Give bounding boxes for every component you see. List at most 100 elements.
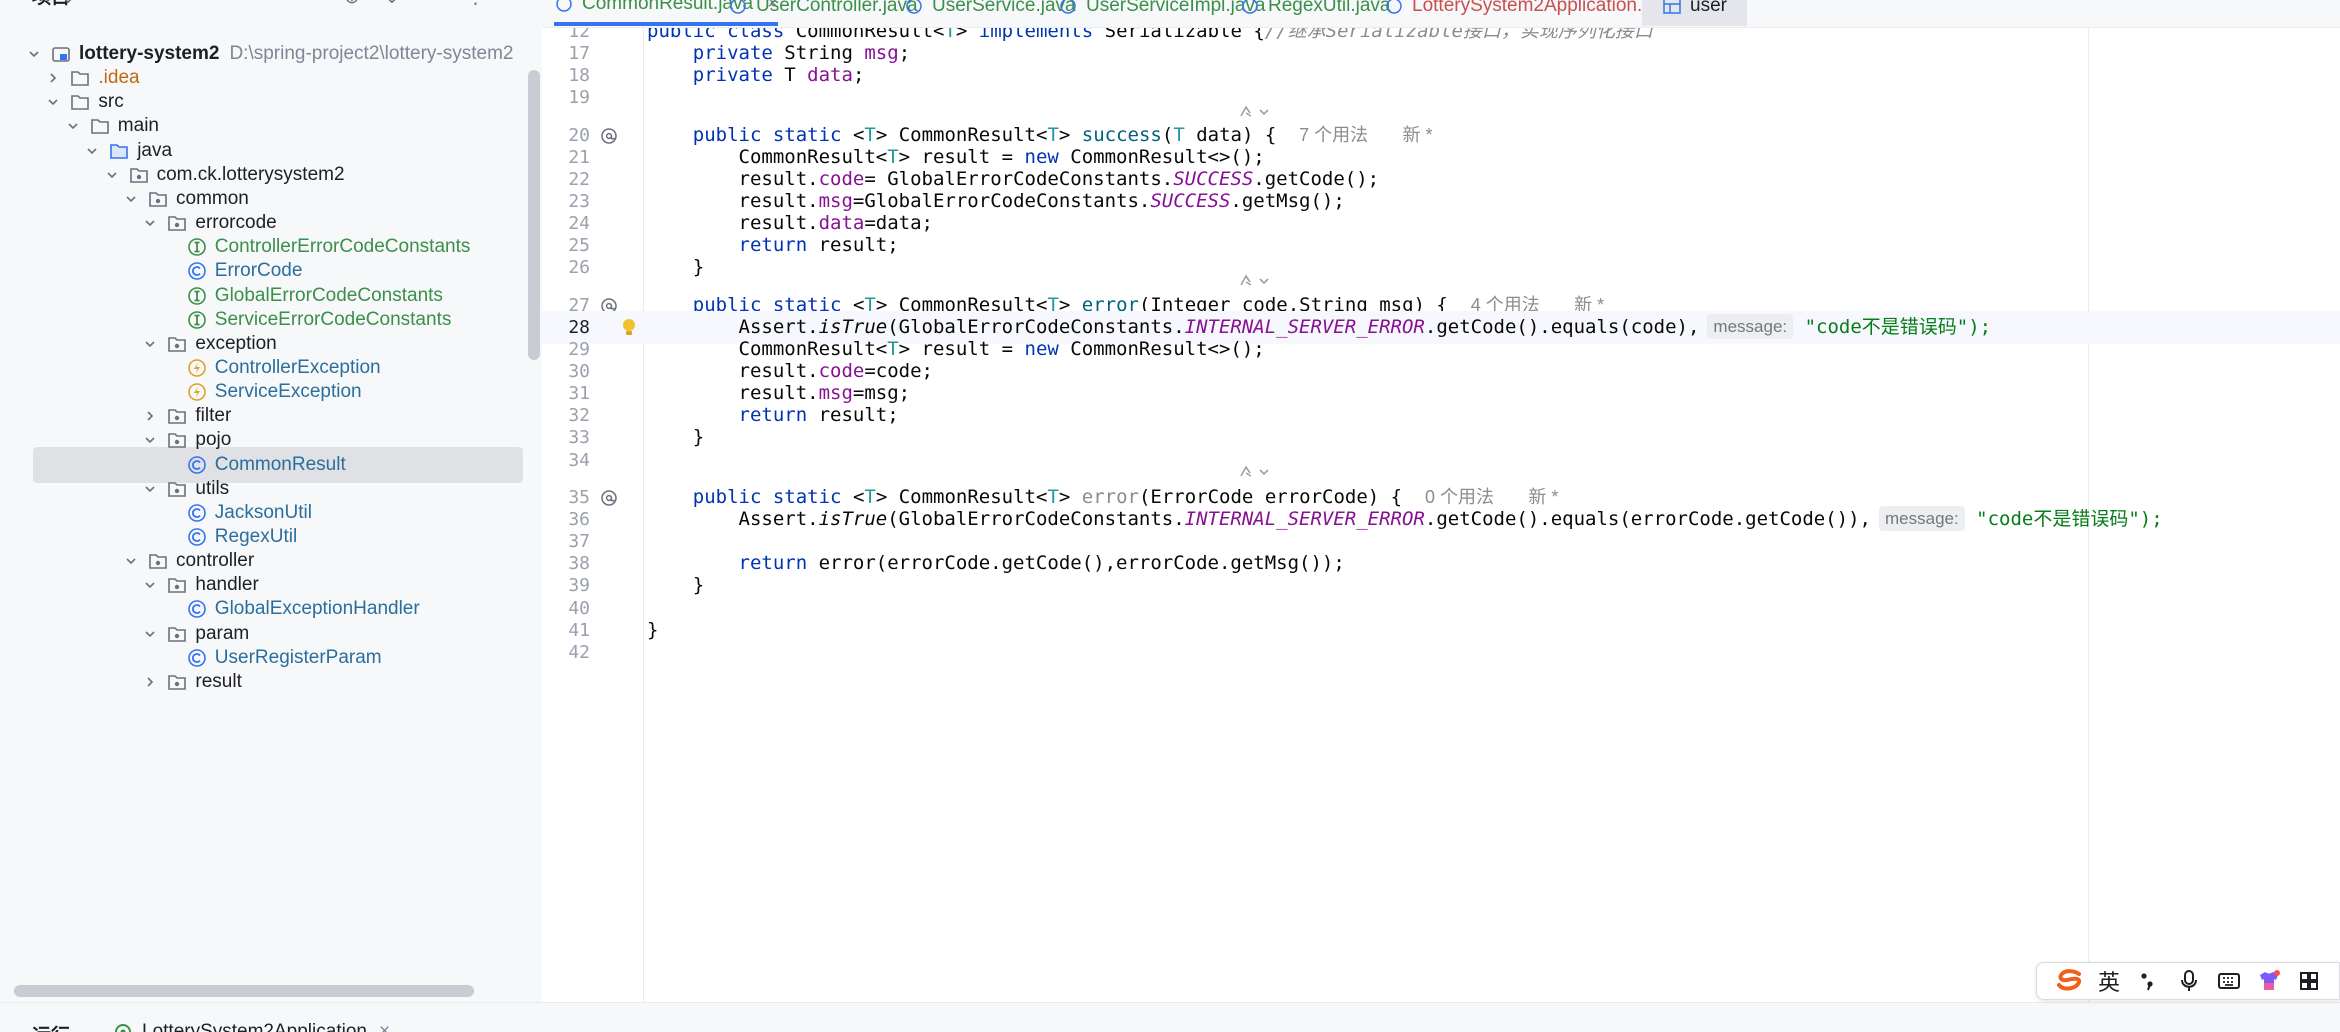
interface-icon (186, 285, 208, 307)
tree-item-label: ServiceErrorCodeConstants (214, 308, 452, 330)
tree-horizontal-scrollbar[interactable] (14, 985, 474, 997)
tree-item-label: com.ck.lotterysystem2 (156, 163, 345, 185)
class-icon (1384, 0, 1404, 16)
class-icon (186, 502, 208, 524)
ai-assist-icon[interactable] (1238, 101, 1274, 123)
line-number[interactable]: 19 (542, 81, 590, 114)
project-panel: 项目 ⌄ ⊕ ⌄ ⌃ ⋮ lottery-system2 D:\spring-pr… (0, 0, 542, 1002)
editor-tab-bar: CommonResult.java × UserController.java Use… (542, 0, 2340, 28)
tree-item-label: param (195, 622, 250, 644)
line-number[interactable]: 26 (542, 251, 590, 284)
chevron-right-icon[interactable] (43, 68, 63, 88)
editor-tab[interactable]: UserService.java (904, 0, 1076, 26)
ai-assist-icon[interactable] (1238, 461, 1274, 483)
editor-tab[interactable]: RegexUtil.java (1240, 0, 1391, 26)
editor-tab[interactable]: LotterySystem2Application.java (1384, 0, 1677, 26)
package-icon (147, 188, 169, 210)
keyboard-icon[interactable] (2209, 964, 2249, 998)
microphone-icon[interactable] (2169, 964, 2209, 998)
tab-label: UserService.java (932, 0, 1076, 16)
tree-item-label: filter (195, 405, 232, 427)
sogou-logo-icon[interactable] (2049, 964, 2089, 998)
punctuation-icon[interactable] (2129, 964, 2169, 998)
toolbox-icon[interactable] (2289, 964, 2329, 998)
editor-tab[interactable]: user (1642, 0, 1747, 26)
tree-item-label: UserRegisterParam (214, 646, 382, 668)
class-icon (904, 0, 924, 16)
chevron-down-icon[interactable] (24, 44, 44, 64)
chevron-down-icon[interactable] (140, 213, 160, 233)
chevron-down-icon[interactable] (82, 141, 102, 161)
class-icon (186, 454, 208, 476)
code-editor[interactable]: 12 public class CommonResult<T> implement… (542, 28, 2340, 1002)
package-icon (166, 671, 188, 693)
chevron-down-icon[interactable] (63, 116, 83, 136)
chevron-right-icon[interactable] (140, 672, 160, 692)
tree-item-label: pojo (195, 429, 232, 451)
package-icon (166, 623, 188, 645)
tree-item-label: ErrorCode (214, 260, 303, 282)
close-icon[interactable]: × (379, 1021, 390, 1032)
source-folder-icon (108, 140, 130, 162)
expand-all-icon[interactable]: ⌄ (384, 0, 400, 12)
editor-tab[interactable]: UserController.java (728, 0, 918, 26)
chevron-down-icon[interactable] (121, 189, 141, 209)
tab-label: UserServiceImpl.java (1086, 0, 1266, 16)
collapse-all-icon[interactable]: ⌃ (422, 0, 438, 12)
project-panel-header: 项目 ⌄ ⊕ ⌄ ⌃ ⋮ (0, 0, 542, 12)
line-number[interactable]: 34 (542, 444, 590, 477)
tree-item-label: result (195, 670, 242, 692)
class-icon (186, 260, 208, 282)
chevron-down-icon[interactable] (43, 92, 63, 112)
run-tool-window-label[interactable]: 运行 (32, 1021, 70, 1032)
bottom-tool-window-bar: 运行 LotterySystem2Application × (0, 1002, 2340, 1032)
tree-item-label: RegexUtil (214, 526, 298, 547)
chevron-down-icon[interactable] (140, 624, 160, 644)
code-line[interactable]: 26 } (542, 251, 2340, 284)
code-line[interactable]: 19 (542, 81, 2340, 114)
tree-item-label: java (137, 139, 173, 161)
tree-vertical-scrollbar[interactable] (528, 70, 540, 360)
target-icon[interactable]: ⊕ (344, 0, 360, 12)
tree-item[interactable]: result (0, 664, 542, 700)
tree-item-label: ControllerErrorCodeConstants (214, 236, 471, 258)
tree-item-label: common (176, 187, 249, 209)
code-line[interactable]: 34 (542, 444, 2340, 477)
line-number[interactable]: 42 (542, 636, 590, 669)
folder-icon (69, 67, 91, 89)
interface-icon (186, 236, 208, 258)
ime-language-toggle[interactable]: 英 (2089, 964, 2129, 998)
class-icon (186, 598, 208, 620)
package-icon (166, 429, 188, 451)
package-icon (166, 478, 188, 500)
class-icon (728, 0, 748, 16)
exception-class-icon (186, 357, 208, 379)
tab-label: LotterySystem2Application.java (1412, 0, 1678, 16)
skin-icon[interactable] (2249, 964, 2289, 998)
chevron-down-icon[interactable] (121, 551, 141, 571)
folder-icon (69, 91, 91, 113)
more-options-icon[interactable]: ⋮ (466, 0, 485, 12)
chevron-down-icon[interactable]: ⌄ (60, 0, 76, 12)
chevron-down-icon[interactable] (140, 575, 160, 595)
tree-item-label: main (117, 115, 159, 137)
ai-assist-icon[interactable] (1238, 270, 1274, 292)
code-line[interactable]: 42 (542, 636, 2340, 669)
tab-label: RegexUtil.java (1268, 0, 1391, 16)
chevron-down-icon[interactable] (140, 479, 160, 499)
tree-item-label: GlobalErrorCodeConstants (214, 284, 443, 306)
package-icon (147, 550, 169, 572)
tree-item-label: CommonResult (214, 453, 346, 475)
chevron-right-icon[interactable] (140, 406, 160, 426)
chevron-down-icon[interactable] (140, 334, 160, 354)
chevron-down-icon[interactable] (102, 165, 122, 185)
class-icon (1240, 0, 1260, 16)
run-configuration-tab[interactable]: LotterySystem2Application × (112, 1021, 390, 1032)
tree-item-label: src (98, 91, 124, 113)
chevron-down-icon[interactable] (140, 430, 160, 450)
class-icon (186, 647, 208, 669)
module-path: D:\spring-project2\lottery-system2 (229, 43, 514, 64)
table-icon (1662, 0, 1682, 16)
editor-tab[interactable]: UserServiceImpl.java (1058, 0, 1266, 26)
tree-item-label: ServiceException (214, 381, 362, 403)
